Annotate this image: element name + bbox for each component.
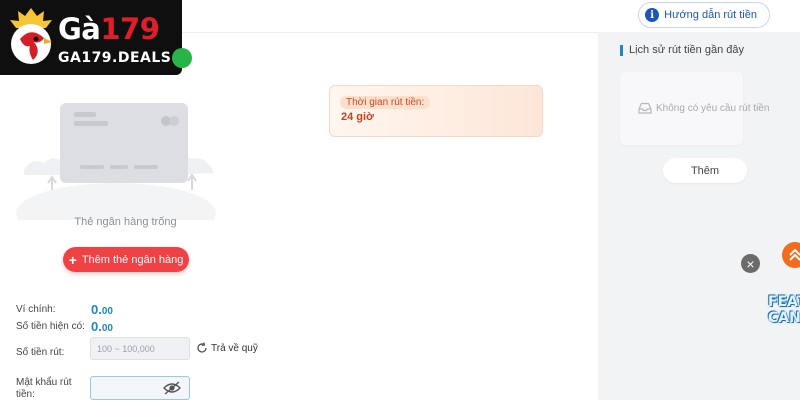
current-balance-label: Số tiền hiện có:	[16, 321, 85, 332]
withdraw-guide-label: Hướng dẫn rút tiền	[664, 9, 757, 21]
promo-text: FEATU CAN	[768, 294, 800, 326]
main-wallet-label: Ví chính:	[16, 304, 56, 315]
chat-icon[interactable]	[172, 48, 192, 68]
empty-card-text: Thẻ ngân hàng trống	[74, 216, 177, 228]
more-button[interactable]: Thêm	[663, 158, 747, 183]
brand-logo[interactable]: Gà179 GA179.DEALS	[0, 0, 182, 75]
empty-tray-icon	[638, 102, 652, 114]
promo-banner[interactable]: FEATU CAN	[760, 288, 800, 350]
return-to-fund-label: Trả về quỹ	[211, 342, 258, 354]
withdraw-time-value: 24 giờ	[341, 111, 374, 123]
add-bank-card-label: Thêm thẻ ngân hàng	[81, 253, 184, 266]
title-accent	[620, 44, 623, 56]
bank-card-icon	[16, 103, 216, 220]
return-to-fund-button[interactable]: Trả về quỹ	[196, 342, 258, 354]
rooster-logo-icon	[10, 8, 52, 64]
password-label: Mật khẩu rút tiền:	[16, 377, 72, 400]
withdraw-time-box: Thời gian rút tiền: 24 giờ	[329, 85, 543, 137]
logo-name: Gà179	[58, 12, 160, 46]
eye-hidden-icon[interactable]	[163, 381, 181, 395]
main-wallet-value: 0.00	[91, 302, 113, 317]
close-icon[interactable]: ×	[741, 254, 760, 273]
chevron-up-icon	[789, 248, 800, 261]
amount-label: Số tiền rút:	[16, 347, 65, 358]
refresh-icon	[197, 342, 207, 353]
history-title: Lịch sử rút tiền gần đây	[620, 44, 744, 56]
logo-domain: GA179.DEALS	[58, 50, 172, 66]
info-icon: i	[645, 8, 660, 22]
add-bank-card-button[interactable]: + Thêm thẻ ngân hàng	[63, 247, 189, 272]
no-requests-text: Không có yêu cầu rút tiền	[656, 102, 770, 114]
amount-input[interactable]	[90, 337, 190, 360]
history-title-text: Lịch sử rút tiền gần đây	[629, 44, 744, 56]
withdraw-guide-button[interactable]: i Hướng dẫn rút tiền	[638, 2, 770, 28]
withdraw-time-label: Thời gian rút tiền:	[340, 96, 431, 109]
empty-card-illustration	[14, 95, 219, 220]
current-balance-value: 0.00	[91, 319, 113, 334]
no-requests-message: Không có yêu cầu rút tiền	[638, 102, 769, 114]
plus-icon: +	[68, 251, 77, 268]
